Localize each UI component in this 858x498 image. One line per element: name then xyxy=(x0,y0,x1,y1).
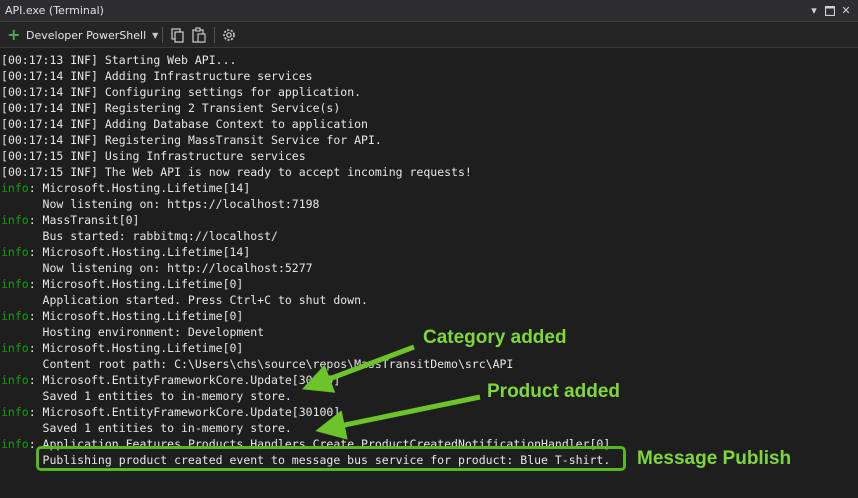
settings-icon[interactable] xyxy=(220,26,238,44)
log-line: [00:17:14 INF] Configuring settings for … xyxy=(1,84,361,100)
log-text: Saved 1 entities to in-memory store. xyxy=(1,421,292,435)
log-text: 00:17:13 INF] Starting Web API... xyxy=(7,53,237,67)
message-publish-highlight xyxy=(36,446,626,471)
log-level-info: info xyxy=(1,213,29,227)
log-line: info: Microsoft.Hosting.Lifetime[0] xyxy=(1,308,243,324)
log-text: : Microsoft.Hosting.Lifetime[0] xyxy=(28,309,244,323)
log-text: : Microsoft.Hosting.Lifetime[0] xyxy=(28,277,244,291)
log-line: Now listening on: https://localhost:7198 xyxy=(1,196,320,212)
new-terminal-profile-button[interactable]: + Developer PowerShell ▼ xyxy=(7,25,158,45)
log-text: 00:17:14 INF] Configuring settings for a… xyxy=(7,85,362,99)
product-added-callout: Product added xyxy=(487,381,621,402)
close-icon[interactable]: ✕ xyxy=(838,3,854,19)
log-line: info: Microsoft.Hosting.Lifetime[0] xyxy=(1,276,243,292)
log-line: Saved 1 entities to in-memory store. xyxy=(1,388,292,404)
profile-label: Developer PowerShell xyxy=(26,28,147,42)
window-title: API.exe (Terminal) xyxy=(5,4,104,17)
log-text: 00:17:15 INF] The Web API is now ready t… xyxy=(7,165,472,179)
log-level-info: info xyxy=(1,437,29,451)
log-text: Saved 1 entities to in-memory store. xyxy=(1,389,292,403)
log-text: Hosting environment: Development xyxy=(1,325,265,339)
log-level-info: info xyxy=(1,405,29,419)
maximize-icon[interactable] xyxy=(822,3,838,19)
log-level-info: info xyxy=(1,341,29,355)
log-text: Now listening on: https://localhost:7198 xyxy=(1,197,320,211)
log-line: info: MassTransit[0] xyxy=(1,212,139,228)
log-line: info: Microsoft.Hosting.Lifetime[14] xyxy=(1,244,250,260)
log-text: Content root path: C:\Users\chs\source\r… xyxy=(1,357,514,371)
log-level-info: info xyxy=(1,309,29,323)
log-line: info: Microsoft.EntityFrameworkCore.Upda… xyxy=(1,372,340,388)
log-text: 00:17:14 INF] Adding Database Context to… xyxy=(7,117,368,131)
log-level-info: info xyxy=(1,181,29,195)
log-line: [00:17:14 INF] Adding Infrastructure ser… xyxy=(1,68,313,84)
paste-icon[interactable] xyxy=(190,26,208,44)
log-bracket: [ xyxy=(1,133,8,147)
window-menu-dropdown-icon[interactable]: ▾ xyxy=(806,3,822,19)
log-line: Bus started: rabbitmq://localhost/ xyxy=(1,228,278,244)
log-bracket: [ xyxy=(1,69,8,83)
log-level-info: info xyxy=(1,373,29,387)
log-text: 00:17:14 INF] Registering MassTransit Se… xyxy=(7,133,382,147)
log-line: Content root path: C:\Users\chs\source\r… xyxy=(1,356,514,372)
log-text: Now listening on: http://localhost:5277 xyxy=(1,261,313,275)
log-text: 00:17:14 INF] Registering 2 Transient Se… xyxy=(7,101,341,115)
log-text: : Microsoft.Hosting.Lifetime[14] xyxy=(28,181,251,195)
log-bracket: [ xyxy=(1,101,8,115)
plus-icon: + xyxy=(7,25,21,44)
log-bracket: [ xyxy=(1,53,8,67)
log-line: [00:17:15 INF] Using Infrastructure serv… xyxy=(1,148,306,164)
toolbar-divider xyxy=(162,27,163,43)
terminal-output[interactable]: [00:17:13 INF] Starting Web API... [00:17… xyxy=(0,48,858,498)
terminal-toolbar: + Developer PowerShell ▼ xyxy=(0,22,858,48)
log-text: Application started. Press Ctrl+C to shu… xyxy=(1,293,368,307)
log-text: : Microsoft.EntityFrameworkCore.Update[3… xyxy=(28,405,341,419)
log-line: Hosting environment: Development xyxy=(1,324,265,340)
log-line: [00:17:14 INF] Registering 2 Transient S… xyxy=(1,100,340,116)
log-bracket: [ xyxy=(1,117,8,131)
log-level-info: info xyxy=(1,277,29,291)
log-line: Saved 1 entities to in-memory store. xyxy=(1,420,292,436)
log-bracket: [ xyxy=(1,165,8,179)
log-bracket: [ xyxy=(1,149,8,163)
log-line: info: Microsoft.Hosting.Lifetime[0] xyxy=(1,340,243,356)
log-line: [00:17:14 INF] Adding Database Context t… xyxy=(1,116,368,132)
log-line: info: Microsoft.EntityFrameworkCore.Upda… xyxy=(1,404,340,420)
log-bracket: [ xyxy=(1,85,8,99)
log-text: 00:17:14 INF] Adding Infrastructure serv… xyxy=(7,69,313,83)
toolbar-divider xyxy=(214,27,215,43)
log-text: : Microsoft.Hosting.Lifetime[0] xyxy=(28,341,244,355)
title-bar: API.exe (Terminal) ▾ ✕ xyxy=(0,0,858,22)
log-text: : MassTransit[0] xyxy=(28,213,140,227)
chevron-down-icon[interactable]: ▼ xyxy=(152,31,158,40)
log-text: : Microsoft.Hosting.Lifetime[14] xyxy=(28,245,251,259)
log-text: Bus started: rabbitmq://localhost/ xyxy=(1,229,278,243)
log-line: Now listening on: http://localhost:5277 xyxy=(1,260,313,276)
log-line: info: Microsoft.Hosting.Lifetime[14] xyxy=(1,180,250,196)
log-text: 00:17:15 INF] Using Infrastructure servi… xyxy=(7,149,306,163)
category-added-callout: Category added xyxy=(423,327,567,348)
copy-icon[interactable] xyxy=(168,26,186,44)
log-line: [00:17:13 INF] Starting Web API... xyxy=(1,52,236,68)
log-line: [00:17:14 INF] Registering MassTransit S… xyxy=(1,132,382,148)
message-publish-callout: Message Publish xyxy=(637,448,792,469)
log-line: Application started. Press Ctrl+C to shu… xyxy=(1,292,368,308)
log-line: [00:17:15 INF] The Web API is now ready … xyxy=(1,164,472,180)
log-level-info: info xyxy=(1,245,29,259)
log-text: : Microsoft.EntityFrameworkCore.Update[3… xyxy=(28,373,341,387)
